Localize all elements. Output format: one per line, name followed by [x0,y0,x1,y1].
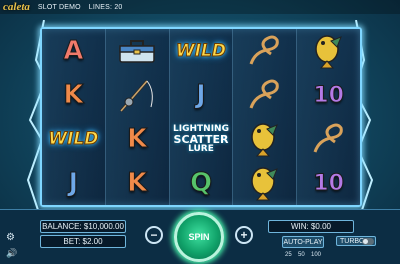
plus-icon: + [240,228,248,242]
symbol-cell: WILD [42,117,105,161]
mode-label: SLOT DEMO [37,3,81,11]
fish-icon [251,167,278,201]
bet-label: BET: $2.00 [63,237,103,246]
wild-symbol: WILD [48,129,99,150]
symbol-cell: WILD [170,29,233,73]
autoplay-option-25[interactable]: 25 [285,252,292,258]
lightning-scatter-lure-symbol: LIGHTNING SCATTER LURE [173,124,229,154]
symbol-cell: A [42,29,105,73]
symbol-a: A [63,36,84,67]
symbol-cell: Q [170,161,233,205]
symbol-k: K [127,168,148,199]
symbol-cell [106,29,169,73]
spin-button[interactable]: SPIN [174,212,224,262]
symbol-10: 10 [313,170,345,196]
win-label: WIN: $0.00 [290,222,331,231]
symbol-cell: LIGHTNING SCATTER LURE [170,117,233,161]
reel-2: K K [105,29,170,205]
symbol-k: K [127,124,148,155]
symbol-cell: 10 [297,73,360,117]
balance-label: BALANCE: $10,000.00 [42,222,124,231]
lines-label: LINES: 20 [88,3,123,11]
symbol-cell: J [42,161,105,205]
symbol-10: 10 [313,82,345,108]
symbol-cell [297,29,360,73]
minus-icon: − [150,228,158,242]
autoplay-option-100[interactable]: 100 [311,252,321,258]
turbo-toggle[interactable] [362,238,374,245]
scatter-line-2: SCATTER [173,132,229,146]
tackle-box-icon [119,40,155,63]
autoplay-button[interactable]: AUTO-PLAY [282,236,324,248]
symbol-cell: J [170,73,233,117]
symbol-cell [297,117,360,161]
symbol-cell: K [106,117,169,161]
symbol-k: K [63,80,84,111]
symbol-cell: K [106,161,169,205]
spin-label: SPIN [188,232,210,242]
scatter-line-3: LURE [188,143,214,154]
decrease-bet-button[interactable]: − [145,226,163,244]
reel-4 [233,29,298,205]
fish-icon [251,123,278,157]
autoplay-option-50[interactable]: 50 [298,252,305,258]
fish-icon [314,35,342,69]
fishing-rod-icon [120,80,153,112]
rope-icon [249,35,279,65]
top-bar: caleta SLOT DEMO LINES: 20 [0,0,400,14]
symbol-cell: K [42,73,105,117]
sound-icon[interactable]: 🔊 [6,248,17,259]
brand-logo: caleta [3,1,30,13]
rope-icon [313,123,343,153]
wild-symbol: WILD [175,41,226,62]
symbol-j: J [68,168,79,199]
reel-3: WILD J LIGHTNING SCATTER LURE Q [169,29,234,205]
symbol-cell [233,161,296,205]
symbol-cell [233,117,296,161]
settings-icon[interactable]: ⚙ [6,232,15,243]
symbol-q: Q [189,168,213,199]
autoplay-label: AUTO-PLAY [283,238,323,246]
symbol-j: J [196,80,207,111]
turbo-label: TURBO [340,237,365,245]
reel-5: 10 10 [297,29,360,205]
increase-bet-button[interactable]: + [235,226,253,244]
symbol-cell [233,73,296,117]
win-display: WIN: $0.00 [268,220,354,233]
balance-display: BALANCE: $10,000.00 [40,220,126,233]
symbol-cell [106,73,169,117]
rope-icon [249,79,279,109]
symbol-cell [233,29,296,73]
reel-1: A K WILD J [42,29,106,205]
bet-display: BET: $2.00 [40,235,126,248]
symbol-cell: 10 [297,161,360,205]
reel-grid: A K WILD J K K WILD J LIGHTNING SCATTER … [40,27,362,207]
